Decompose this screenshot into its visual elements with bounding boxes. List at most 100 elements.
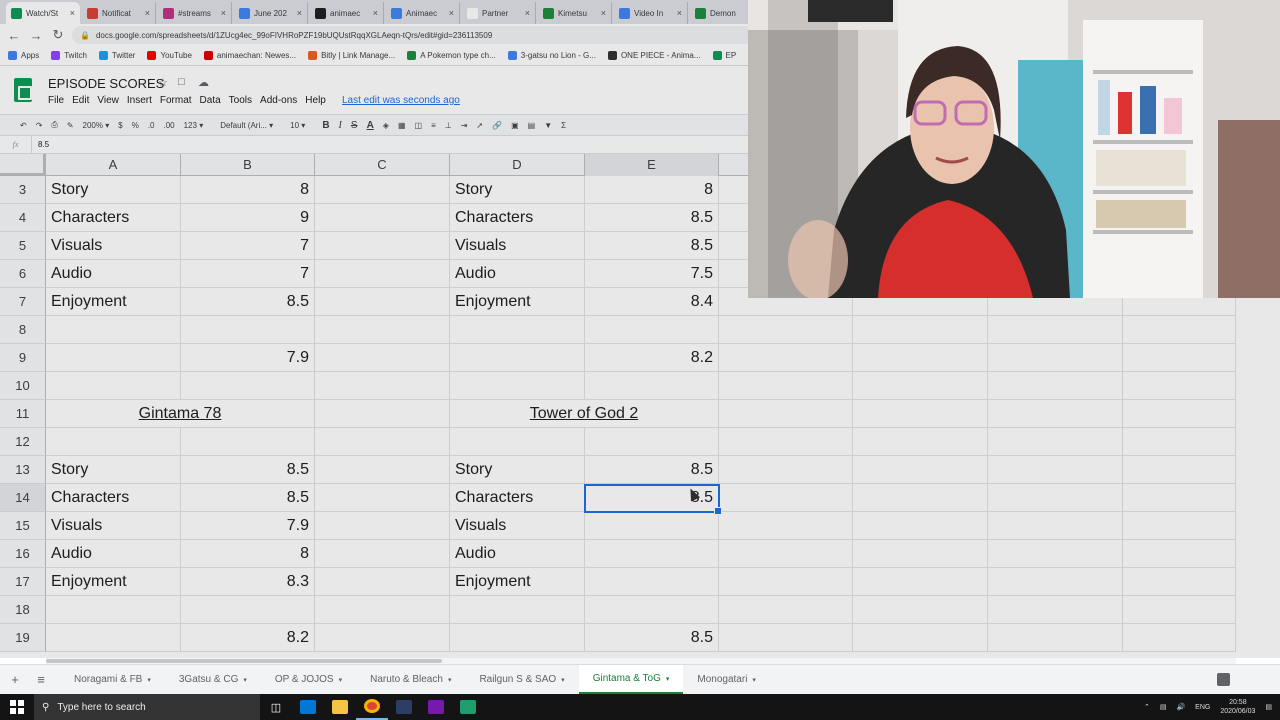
score-cell[interactable]: 8.3 <box>181 568 315 596</box>
show-hidden-icons-icon[interactable]: ⌃ <box>1144 703 1150 711</box>
browser-tab[interactable]: #streams × <box>158 2 232 24</box>
lightroom-app-icon[interactable] <box>388 694 420 720</box>
grid-cell[interactable] <box>719 428 853 456</box>
category-cell[interactable] <box>450 372 585 400</box>
column-header[interactable]: E <box>585 154 719 176</box>
row-header[interactable]: 9 <box>0 344 46 372</box>
grid-cell[interactable] <box>988 344 1123 372</box>
bookmark-item[interactable]: A Pokemon type ch... <box>407 51 496 60</box>
column-header[interactable]: C <box>315 154 450 176</box>
borders-icon[interactable]: ▦ <box>398 121 406 130</box>
grid-cell[interactable] <box>1123 344 1236 372</box>
merge-cells-icon[interactable]: ◫ <box>415 121 423 130</box>
category-cell[interactable]: Audio <box>450 540 585 568</box>
grid-cell[interactable] <box>315 204 450 232</box>
text-color-button[interactable]: A <box>367 120 374 131</box>
volume-icon[interactable]: 🔊 <box>1176 703 1185 711</box>
menu-view[interactable]: View <box>97 95 119 106</box>
chrome-app-icon[interactable] <box>356 694 388 720</box>
grid-cell[interactable] <box>1123 428 1236 456</box>
redo-icon[interactable]: ↷ <box>36 121 43 130</box>
grid-cell[interactable] <box>853 456 988 484</box>
grid-cell[interactable] <box>719 316 853 344</box>
sheet-tab[interactable]: Gintama & ToG ▾ <box>578 664 684 695</box>
file-explorer-icon[interactable] <box>324 694 356 720</box>
category-cell[interactable]: Story <box>450 176 585 204</box>
grid-cell[interactable] <box>315 260 450 288</box>
sheet-tab-menu-icon[interactable]: ▾ <box>666 676 670 683</box>
grid-cell[interactable] <box>853 512 988 540</box>
grid-cell[interactable] <box>719 400 853 428</box>
category-cell[interactable]: Enjoyment <box>46 568 181 596</box>
menu-addons[interactable]: Add-ons <box>260 95 297 106</box>
grid-cell[interactable] <box>719 484 853 512</box>
bookmark-item[interactable]: animaechan: Newes... <box>203 51 296 60</box>
fill-color-icon[interactable]: ◈ <box>383 121 389 130</box>
insert-link-icon[interactable]: 🔗 <box>492 121 502 130</box>
browser-tab[interactable]: Video In × <box>614 2 688 24</box>
grid-cell[interactable] <box>1123 484 1236 512</box>
score-cell[interactable]: 8.5 <box>181 288 315 316</box>
category-cell[interactable]: Characters <box>46 484 181 512</box>
category-cell[interactable]: Visuals <box>450 512 585 540</box>
number-format-select[interactable]: 123 ▾ <box>184 121 204 130</box>
stream-app-icon[interactable] <box>452 694 484 720</box>
grid-cell[interactable] <box>853 428 988 456</box>
network-icon[interactable]: ▤ <box>1160 703 1167 711</box>
zoom-select[interactable]: 200% ▾ <box>83 121 110 130</box>
score-cell[interactable]: 7.5 <box>585 260 719 288</box>
score-cell[interactable]: 8.4 <box>585 288 719 316</box>
category-cell[interactable]: Characters <box>46 204 181 232</box>
score-cell[interactable] <box>585 568 719 596</box>
back-icon[interactable]: ← <box>6 28 22 43</box>
onenote-app-icon[interactable] <box>420 694 452 720</box>
bookmark-item[interactable]: Twitter <box>98 51 135 60</box>
grid-cell[interactable] <box>988 512 1123 540</box>
category-cell[interactable]: Characters <box>450 484 585 512</box>
category-cell[interactable]: Visuals <box>46 512 181 540</box>
vertical-align-icon[interactable]: ⊥ <box>445 121 452 130</box>
grid-cell[interactable] <box>988 596 1123 624</box>
language-indicator[interactable]: ENG <box>1195 704 1210 711</box>
sheet-tab-menu-icon[interactable]: ▾ <box>147 677 151 684</box>
category-cell[interactable]: Audio <box>46 540 181 568</box>
category-cell[interactable] <box>46 624 181 652</box>
grid-cell[interactable] <box>1123 456 1236 484</box>
insert-chart-icon[interactable]: ▤ <box>528 121 536 130</box>
font-select[interactable]: Default (Ari... ▾ <box>220 121 273 130</box>
bookmark-item[interactable]: ONE PIECE - Anima... <box>607 51 701 60</box>
task-view-icon[interactable]: ◫ <box>260 694 292 720</box>
grid-cell[interactable] <box>988 568 1123 596</box>
score-cell[interactable] <box>585 428 719 456</box>
row-header[interactable]: 14 <box>0 484 46 512</box>
score-cell[interactable]: 8 <box>181 176 315 204</box>
bold-button[interactable]: B <box>322 120 329 131</box>
grid-cell[interactable] <box>315 512 450 540</box>
close-tab-icon[interactable]: × <box>449 8 454 18</box>
browser-tab[interactable]: Notificat × <box>82 2 156 24</box>
filter-icon[interactable]: ▼ <box>544 121 552 130</box>
score-cell[interactable]: 8.5 <box>585 484 719 512</box>
section-title-cell[interactable]: Gintama 78 <box>46 400 315 428</box>
close-tab-icon[interactable]: × <box>70 8 75 18</box>
close-tab-icon[interactable]: × <box>677 8 682 18</box>
browser-tab[interactable]: animaec × <box>310 2 384 24</box>
grid-cell[interactable] <box>315 176 450 204</box>
horizontal-align-icon[interactable]: ≡ <box>431 121 436 130</box>
menu-tools[interactable]: Tools <box>229 95 252 106</box>
score-cell[interactable]: 8.5 <box>181 484 315 512</box>
category-cell[interactable]: Story <box>450 456 585 484</box>
sheet-tab-menu-icon[interactable]: ▾ <box>243 677 247 684</box>
grid-cell[interactable] <box>719 540 853 568</box>
score-cell[interactable]: 8.5 <box>181 456 315 484</box>
category-cell[interactable]: Visuals <box>450 232 585 260</box>
category-cell[interactable]: Audio <box>46 260 181 288</box>
score-cell[interactable]: 7.9 <box>181 344 315 372</box>
grid-cell[interactable] <box>315 400 450 428</box>
category-cell[interactable] <box>450 428 585 456</box>
score-cell[interactable] <box>181 596 315 624</box>
close-tab-icon[interactable]: × <box>145 8 150 18</box>
paint-format-icon[interactable]: ✎ <box>67 121 74 130</box>
grid-cell[interactable] <box>719 372 853 400</box>
category-cell[interactable] <box>46 372 181 400</box>
